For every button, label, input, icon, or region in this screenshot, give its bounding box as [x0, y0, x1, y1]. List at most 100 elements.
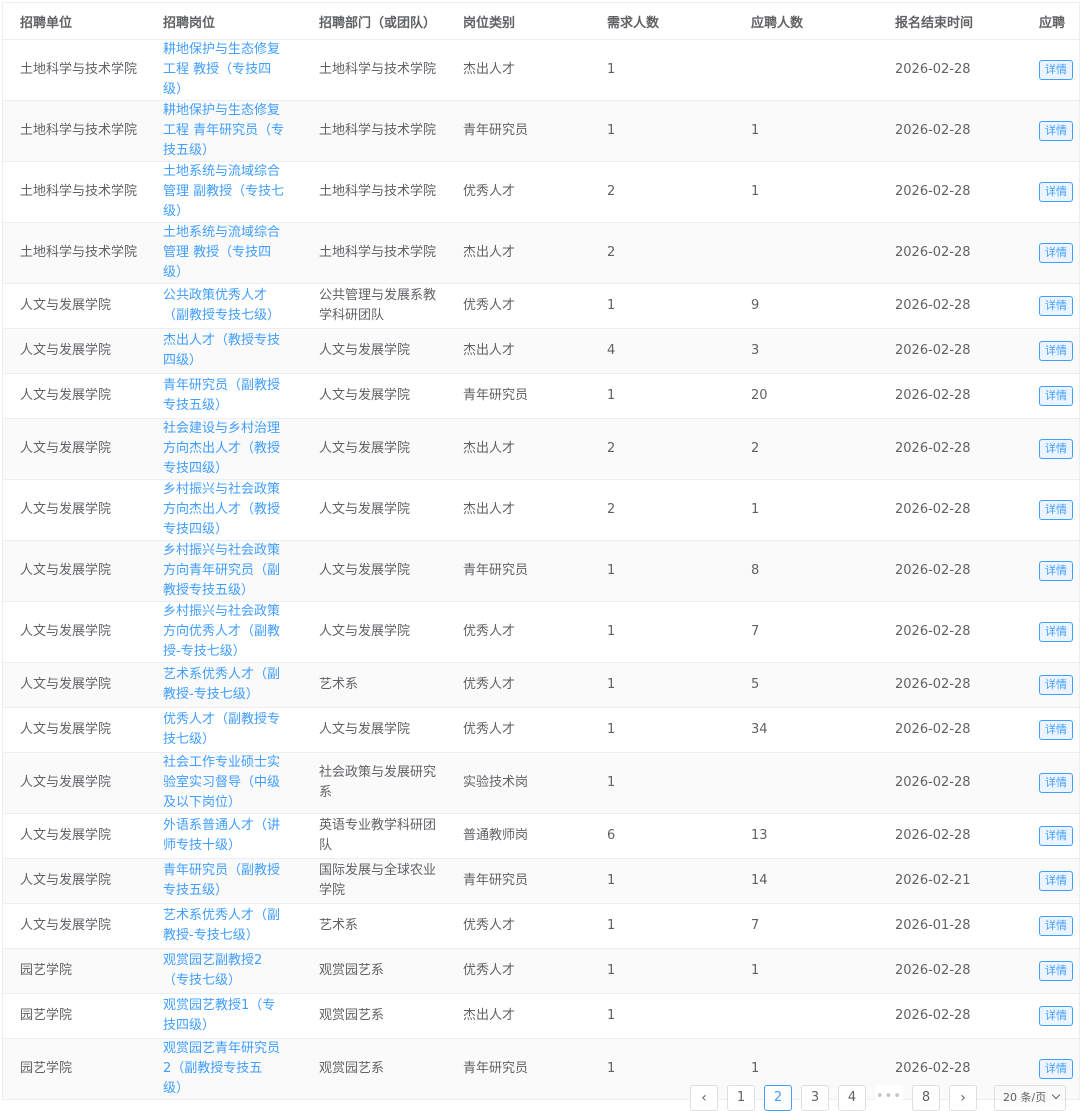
position-line: 授-专技七级） — [163, 644, 246, 659]
cell-end-date: 2026-02-28 — [878, 813, 1022, 859]
cell-position-link[interactable]: 杰出人才（教授专技 四级） — [163, 328, 302, 374]
cell-position-link[interactable]: 乡村振兴与社会政策 方向杰出人才（教授 专技四级） — [163, 479, 302, 541]
header-unit: 招聘单位 — [3, 3, 163, 40]
cell-end-date: 2026-02-28 — [878, 100, 1022, 162]
cell-category: 青年研究员 — [446, 1038, 590, 1100]
cell-position-link[interactable]: 公共政策优秀人才 （副教授专技七级） — [163, 283, 302, 329]
cell-unit: 土地科学与技术学院 — [3, 222, 163, 284]
cell-category: 优秀人才 — [446, 662, 590, 708]
cell-end-date: 2026-01-28 — [878, 903, 1022, 949]
detail-button[interactable]: 详情 — [1039, 675, 1073, 695]
cell-position-link[interactable]: 社会建设与乡村治理 方向杰出人才（教授 专技四级） — [163, 418, 302, 480]
cell-need-count: 1 — [590, 283, 734, 329]
detail-button[interactable]: 详情 — [1039, 826, 1073, 846]
position-line: 工程 青年研究员（专 — [163, 123, 285, 138]
position-line: 教授专技五级） — [163, 583, 255, 598]
detail-button[interactable]: 详情 — [1039, 500, 1073, 520]
cell-department: 观赏园艺系 — [302, 993, 446, 1039]
cell-department: 人文与发展学院 — [302, 707, 446, 753]
cell-need-count: 6 — [590, 813, 734, 859]
position-line: 艺术系优秀人才（副 — [163, 667, 281, 682]
table-row: 人文与发展学院 乡村振兴与社会政策 方向青年研究员（副 教授专技五级） 人文与发展学院青… — [3, 540, 1079, 602]
position-line: 2（副教授专技五 — [163, 1061, 263, 1076]
cell-apply: 详情 — [1022, 283, 1079, 329]
page-button-4[interactable]: 4 — [838, 1085, 866, 1111]
cell-position-link[interactable]: 乡村振兴与社会政策 方向优秀人才（副教 授-专技七级） — [163, 601, 302, 663]
header-need-count: 需求人数 — [590, 3, 734, 40]
page-size-select[interactable]: 20 条/页 — [994, 1085, 1066, 1111]
detail-button[interactable]: 详情 — [1039, 296, 1073, 316]
cell-position-link[interactable]: 艺术系优秀人才（副 教授-专技七级） — [163, 662, 302, 708]
position-line: 管理 副教授（专技七 — [163, 184, 285, 199]
cell-position-link[interactable]: 青年研究员（副教授 专技五级） — [163, 373, 302, 419]
cell-end-date: 2026-02-28 — [878, 418, 1022, 480]
cell-position-link[interactable]: 优秀人才（副教授专 技七级） — [163, 707, 302, 753]
pagination: ‹ 1 2 3 4 ••• 8 › 20 条/页 — [690, 1085, 1066, 1111]
cell-position-link[interactable]: 耕地保护与生态修复 工程 教授（专技四 级） — [163, 39, 302, 101]
detail-button[interactable]: 详情 — [1039, 341, 1073, 361]
position-line: 青年研究员（副教授 — [163, 378, 281, 393]
cell-department: 英语专业教学科研团队 — [302, 813, 446, 859]
position-line: 教授-专技七级） — [163, 928, 259, 943]
cell-apply-count: 1 — [734, 161, 878, 223]
cell-apply-count: 1 — [734, 100, 878, 162]
cell-position-link[interactable]: 观赏园艺副教授2 （专技七级） — [163, 948, 302, 994]
cell-unit: 人文与发展学院 — [3, 707, 163, 753]
prev-page-button[interactable]: ‹ — [690, 1085, 718, 1111]
detail-button[interactable]: 详情 — [1039, 561, 1073, 581]
table-row: 人文与发展学院 社会工作专业硕士实 验室实习督导（中级 及以下岗位） 社会政策与发展研究… — [3, 752, 1079, 814]
cell-department: 人文与发展学院 — [302, 601, 446, 663]
detail-button[interactable]: 详情 — [1039, 1006, 1073, 1026]
chevron-down-icon — [1051, 1090, 1060, 1100]
cell-position-link[interactable]: 土地系统与流域综合 管理 副教授（专技七 级） — [163, 161, 302, 223]
detail-button[interactable]: 详情 — [1039, 1059, 1073, 1079]
position-line: （专技七级） — [163, 973, 242, 988]
cell-need-count: 2 — [590, 161, 734, 223]
position-line: 观赏园艺教授1（专 — [163, 998, 276, 1013]
page-button-2[interactable]: 2 — [764, 1085, 792, 1111]
detail-button[interactable]: 详情 — [1039, 60, 1073, 80]
table-row: 人文与发展学院 艺术系优秀人才（副 教授-专技七级） 艺术系 优秀人才 1 5 2026-02… — [3, 662, 1079, 708]
cell-position-link[interactable]: 艺术系优秀人才（副 教授-专技七级） — [163, 903, 302, 949]
cell-category: 青年研究员 — [446, 373, 590, 419]
cell-apply-count: 9 — [734, 283, 878, 329]
cell-position-link[interactable]: 耕地保护与生态修复 工程 青年研究员（专 技五级） — [163, 100, 302, 162]
position-line: 方向杰出人才（教授 — [163, 502, 281, 517]
cell-unit: 人文与发展学院 — [3, 373, 163, 419]
detail-button[interactable]: 详情 — [1039, 439, 1073, 459]
detail-button[interactable]: 详情 — [1039, 720, 1073, 740]
detail-button[interactable]: 详情 — [1039, 121, 1073, 141]
table-row: 园艺学院 观赏园艺教授1（专 技四级） 观赏园艺系 杰出人才 1 2026-02-28 详情 — [3, 993, 1079, 1039]
cell-position-link[interactable]: 乡村振兴与社会政策 方向青年研究员（副 教授专技五级） — [163, 540, 302, 602]
cell-position-link[interactable]: 外语系普通人才（讲 师专技十级） — [163, 813, 302, 859]
cell-apply-count — [734, 39, 878, 101]
position-line: 教授-专技七级） — [163, 687, 259, 702]
detail-button[interactable]: 详情 — [1039, 182, 1073, 202]
detail-button[interactable]: 详情 — [1039, 871, 1073, 891]
next-page-button[interactable]: › — [949, 1085, 977, 1111]
cell-unit: 人文与发展学院 — [3, 858, 163, 904]
more-pages-ellipsis[interactable]: ••• — [875, 1085, 903, 1111]
cell-position-link[interactable]: 社会工作专业硕士实 验室实习督导（中级 及以下岗位） — [163, 752, 302, 814]
table-row: 土地科学与技术学院 土地系统与流域综合 管理 副教授（专技七 级） 土地科学与技术学院优… — [3, 161, 1079, 223]
detail-button[interactable]: 详情 — [1039, 916, 1073, 936]
cell-category: 杰出人才 — [446, 328, 590, 374]
cell-apply: 详情 — [1022, 601, 1079, 663]
detail-button[interactable]: 详情 — [1039, 386, 1073, 406]
cell-position-link[interactable]: 青年研究员（副教授 专技五级） — [163, 858, 302, 904]
cell-position-link[interactable]: 观赏园艺青年研究员 2（副教授专技五 级） — [163, 1038, 302, 1100]
detail-button[interactable]: 详情 — [1039, 773, 1073, 793]
page-button-3[interactable]: 3 — [801, 1085, 829, 1111]
cell-category: 杰出人才 — [446, 479, 590, 541]
detail-button[interactable]: 详情 — [1039, 243, 1073, 263]
position-line: 工程 教授（专技四 — [163, 62, 272, 77]
cell-position-link[interactable]: 土地系统与流域综合 管理 教授（专技四 级） — [163, 222, 302, 284]
page-button-last[interactable]: 8 — [912, 1085, 940, 1111]
cell-unit: 园艺学院 — [3, 948, 163, 994]
cell-department: 社会政策与发展研究系 — [302, 752, 446, 814]
detail-button[interactable]: 详情 — [1039, 961, 1073, 981]
page-button-1[interactable]: 1 — [727, 1085, 755, 1111]
detail-button[interactable]: 详情 — [1039, 622, 1073, 642]
cell-category: 优秀人才 — [446, 707, 590, 753]
cell-position-link[interactable]: 观赏园艺教授1（专 技四级） — [163, 993, 302, 1039]
